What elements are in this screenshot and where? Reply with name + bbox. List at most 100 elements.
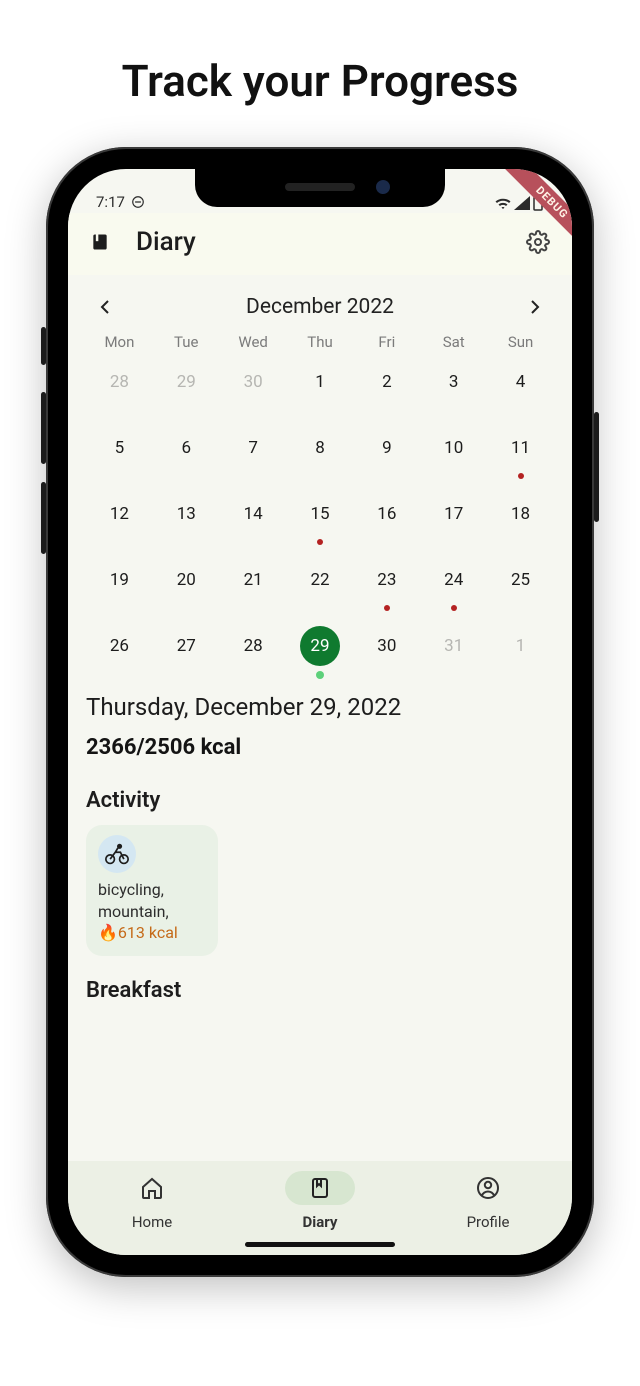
prev-month-button[interactable] xyxy=(94,296,116,318)
bottom-tab-bar: Home Diary Profile xyxy=(68,1161,572,1255)
tab-home-label: Home xyxy=(132,1213,172,1231)
calendar-day[interactable]: 24 xyxy=(420,561,487,599)
calendar-day-number: 27 xyxy=(177,636,196,656)
calendar-day[interactable]: 14 xyxy=(220,495,287,533)
page-headline: Track your Progress xyxy=(0,0,640,147)
weekday-label: Fri xyxy=(353,333,420,351)
selected-dot-icon xyxy=(316,671,324,679)
calendar-day[interactable]: 19 xyxy=(86,561,153,599)
selected-date-label: Thursday, December 29, 2022 xyxy=(86,693,554,721)
calendar-week-row: 19 20 21 22 23 24 25 xyxy=(86,561,554,599)
activity-card[interactable]: bicycling, mountain, 🔥613 kcal xyxy=(86,825,218,956)
calendar-day[interactable]: 28 xyxy=(86,363,153,401)
wifi-icon xyxy=(494,196,512,210)
calendar-day-number: 20 xyxy=(177,570,196,590)
calendar-day-number: 9 xyxy=(382,438,392,458)
calendar-day-number: 24 xyxy=(444,570,463,590)
calendar-day-number: 15 xyxy=(310,504,329,524)
activity-heading: Activity xyxy=(86,788,554,813)
calendar-day[interactable]: 11 xyxy=(487,429,554,467)
weekday-label: Thu xyxy=(287,333,354,351)
calendar-day[interactable]: 31 xyxy=(420,627,487,665)
calendar-day[interactable]: 4 xyxy=(487,363,554,401)
weekday-label: Tue xyxy=(153,333,220,351)
calendar-day-number: 30 xyxy=(244,372,263,392)
calendar-week-row: 12 1314 15 16 17 18 xyxy=(86,495,554,533)
do-not-disturb-icon xyxy=(131,195,145,209)
event-dot-icon xyxy=(451,605,457,611)
calendar-day[interactable]: 25 xyxy=(487,561,554,599)
calendar-day-number: 7 xyxy=(248,438,258,458)
calendar-day[interactable]: 29 xyxy=(153,363,220,401)
calendar-day-number: 17 xyxy=(444,504,463,524)
calendar-day[interactable]: 21 xyxy=(220,561,287,599)
home-indicator xyxy=(245,1242,395,1247)
calendar-day-number: 31 xyxy=(444,636,463,656)
calendar-day-number: 11 xyxy=(511,438,530,458)
calendar-day[interactable]: 22 xyxy=(287,561,354,599)
calendar-day[interactable]: 26 xyxy=(86,627,153,665)
calendar-day-number: 26 xyxy=(110,636,129,656)
chevron-right-icon xyxy=(529,299,541,315)
tab-diary-label: Diary xyxy=(303,1213,338,1231)
side-button xyxy=(41,482,46,554)
calendar-day[interactable]: 8 xyxy=(287,429,354,467)
event-dot-icon xyxy=(518,473,524,479)
calendar-day-number: 28 xyxy=(110,372,129,392)
calendar-day[interactable]: 7 xyxy=(220,429,287,467)
calendar-day[interactable]: 1 xyxy=(487,627,554,665)
calendar-day[interactable]: 18 xyxy=(487,495,554,533)
calendar-day[interactable]: 5 xyxy=(86,429,153,467)
calendar-day[interactable]: 10 xyxy=(420,429,487,467)
event-dot-icon xyxy=(317,539,323,545)
calendar-day-number: 22 xyxy=(310,570,329,590)
tab-home[interactable]: Home xyxy=(92,1171,212,1231)
tab-profile-label: Profile xyxy=(467,1213,510,1231)
calendar-month-label: December 2022 xyxy=(246,295,394,319)
calendar-day[interactable]: 27 xyxy=(153,627,220,665)
phone-frame: DEBUG 7:17 Diary December 2022 xyxy=(46,147,594,1277)
side-button xyxy=(594,412,599,522)
calendar-day-number: 29 xyxy=(177,372,196,392)
calendar-week-row: 5 6 7 8 9 10 11 xyxy=(86,429,554,467)
calendar-week-row: 28 29 30 1234 xyxy=(86,363,554,401)
calendar-day[interactable]: 9 xyxy=(353,429,420,467)
activity-line2: mountain, xyxy=(98,901,206,923)
calendar-day-number: 10 xyxy=(444,438,463,458)
calendar-day[interactable]: 15 xyxy=(287,495,354,533)
calendar-day[interactable]: 17 xyxy=(420,495,487,533)
calendar-day-number: 6 xyxy=(181,438,191,458)
calendar-day[interactable]: 12 xyxy=(86,495,153,533)
calendar-day-number: 18 xyxy=(511,504,530,524)
calendar-day[interactable]: 6 xyxy=(153,429,220,467)
tab-profile[interactable]: Profile xyxy=(428,1171,548,1231)
next-month-button[interactable] xyxy=(524,296,546,318)
header-title: Diary xyxy=(136,227,526,257)
calendar-day[interactable]: 23 xyxy=(353,561,420,599)
breakfast-heading: Breakfast xyxy=(86,978,554,1003)
weekday-label: Mon xyxy=(86,333,153,351)
calendar-day[interactable]: 28 xyxy=(220,627,287,665)
calendar-day[interactable]: 1 xyxy=(287,363,354,401)
content-area: December 2022 MonTueWedThuFriSatSun 2829… xyxy=(68,275,572,1003)
tab-diary[interactable]: Diary xyxy=(260,1171,380,1231)
book-icon xyxy=(308,1176,332,1200)
calendar-day[interactable]: 29 xyxy=(287,627,354,665)
weekday-label: Sun xyxy=(487,333,554,351)
calendar-nav: December 2022 xyxy=(86,291,554,333)
calendar-day-number: 21 xyxy=(244,570,263,590)
calendar-day-number: 29 xyxy=(300,626,340,666)
calendar-day[interactable]: 20 xyxy=(153,561,220,599)
app-header: Diary xyxy=(68,213,572,275)
calendar-day[interactable]: 3 xyxy=(420,363,487,401)
calendar-day-number: 16 xyxy=(377,504,396,524)
calendar-day[interactable]: 30 xyxy=(220,363,287,401)
calendar-day[interactable]: 13 xyxy=(153,495,220,533)
calendar-day[interactable]: 30 xyxy=(353,627,420,665)
settings-button[interactable] xyxy=(526,230,550,254)
status-time: 7:17 xyxy=(96,193,125,211)
calendar-day[interactable]: 16 xyxy=(353,495,420,533)
calendar-day[interactable]: 2 xyxy=(353,363,420,401)
calendar-week-row: 26 27 28 29 30 31 1 xyxy=(86,627,554,665)
calendar-day-number: 12 xyxy=(110,504,129,524)
